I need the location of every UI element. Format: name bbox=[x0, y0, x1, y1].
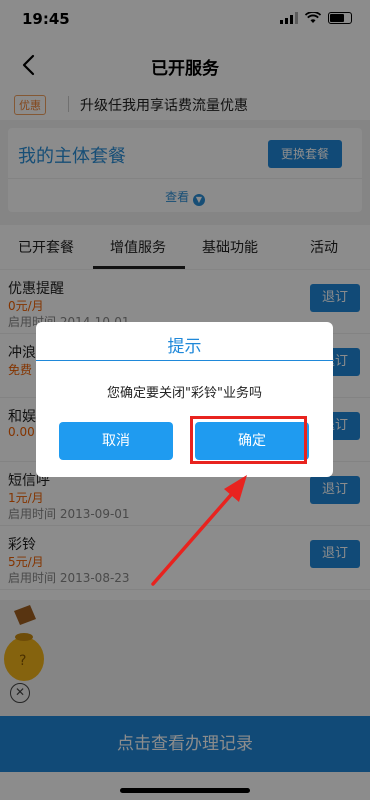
dialog-divider bbox=[36, 360, 333, 361]
cancel-button[interactable]: 取消 bbox=[59, 422, 173, 460]
dialog-title: 提示 bbox=[167, 337, 202, 357]
highlight-box bbox=[190, 416, 307, 464]
dialog-message: 您确定要关闭"彩铃"业务吗 bbox=[107, 386, 262, 401]
